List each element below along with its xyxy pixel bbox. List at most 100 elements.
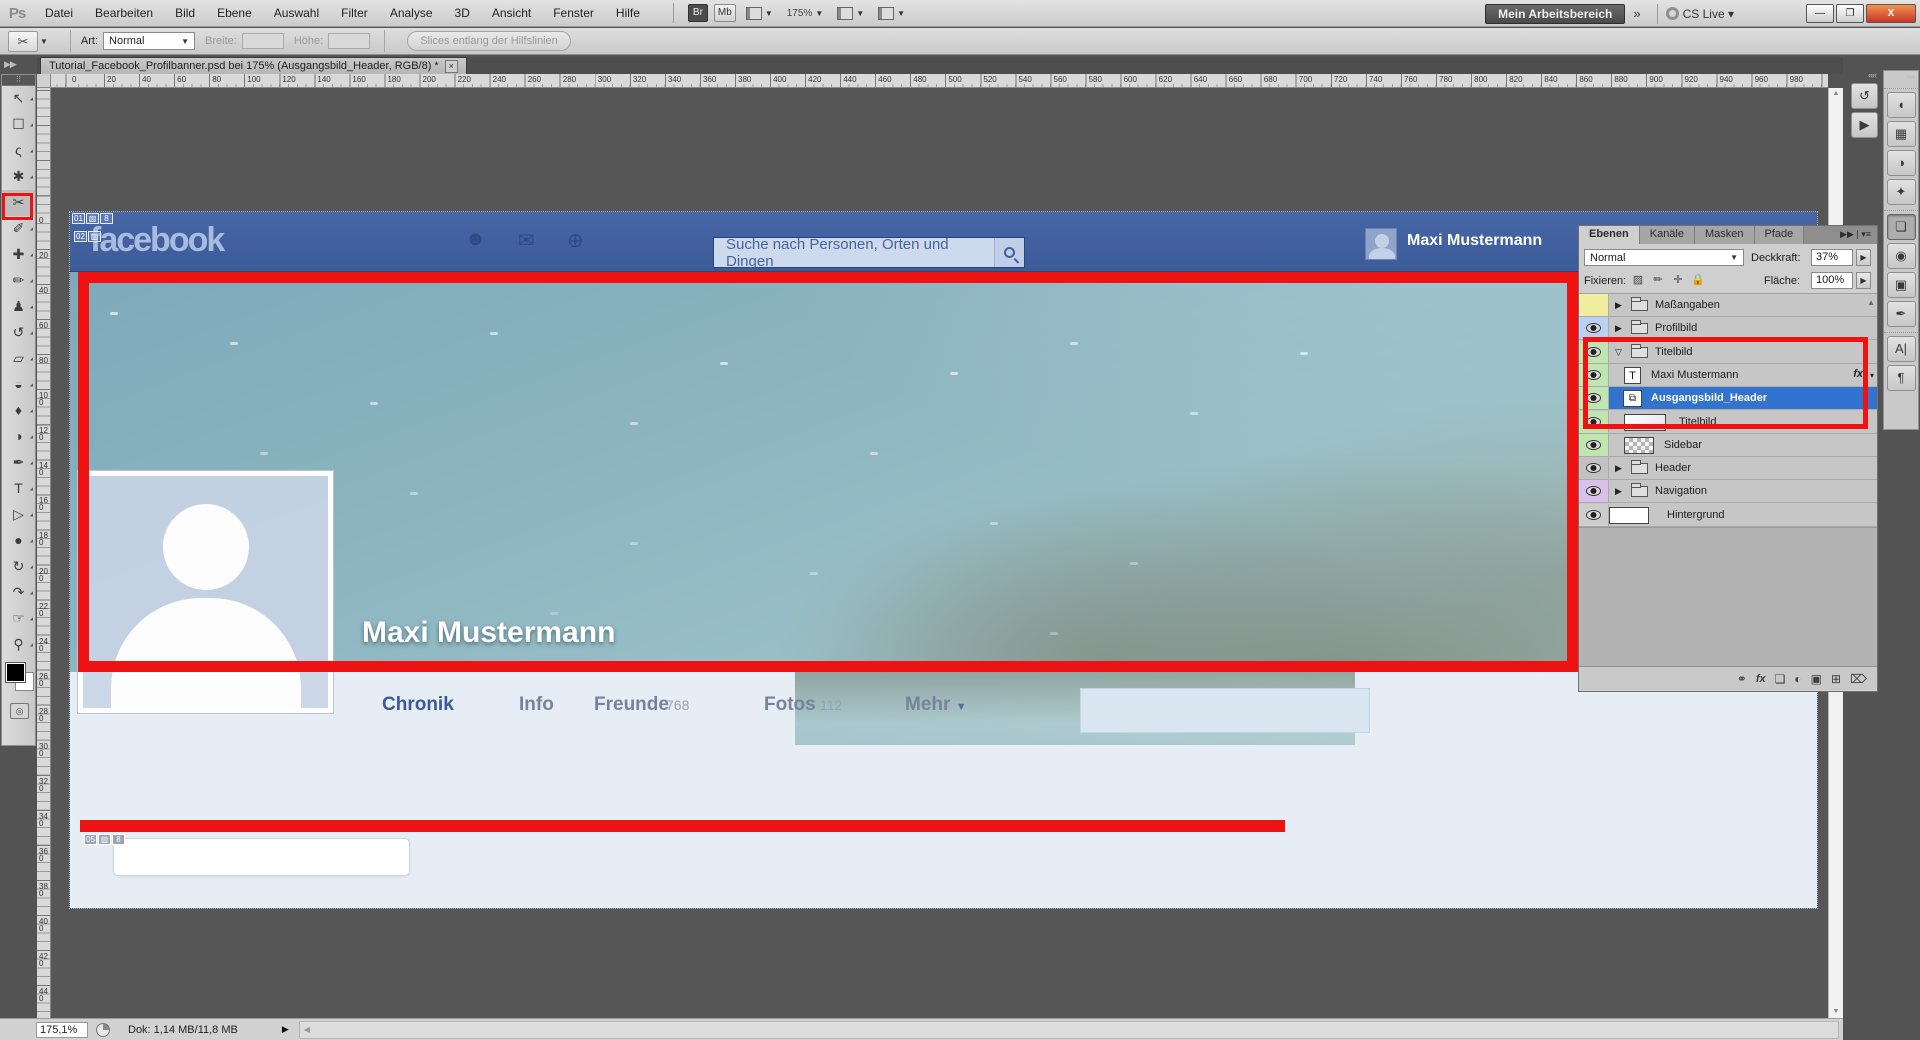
workspace-more-chevron[interactable]: » (1633, 6, 1638, 21)
horizontal-ruler[interactable]: 0204060801001201401601802002202402602803… (37, 74, 1828, 88)
document-tab[interactable]: Tutorial_Facebook_Profilbanner.psd bei 1… (40, 57, 467, 74)
dodge-tool[interactable]: ◑ (2, 424, 35, 450)
visibility-cell[interactable] (1579, 294, 1609, 316)
restore-button[interactable]: ❐ (1836, 4, 1864, 23)
rectangular-marquee-tool[interactable]: ☐ (2, 112, 35, 138)
blur-tool[interactable]: ♦ (2, 398, 35, 424)
menu-ebene[interactable]: Ebene (206, 0, 263, 27)
brush-tool[interactable]: ✏ (2, 268, 35, 294)
mini-bridge-button[interactable]: Mb (714, 4, 736, 22)
eye-icon[interactable] (1586, 486, 1601, 496)
toolbox-header[interactable] (2, 75, 35, 86)
eye-icon[interactable] (1586, 440, 1601, 450)
adjustment-layer-icon[interactable]: ◐ (1794, 672, 1801, 686)
workspace-button[interactable]: Mein Arbeitsbereich (1485, 4, 1625, 24)
lasso-tool[interactable]: ς (2, 138, 35, 164)
profile-nav-fotos[interactable]: Fotos (764, 694, 816, 716)
menu-filter[interactable]: Filter (330, 0, 379, 27)
new-layer-icon[interactable]: ⊞ (1831, 672, 1841, 686)
link-layers-icon[interactable]: ⚭ (1737, 672, 1747, 686)
ruler-corner[interactable] (37, 74, 51, 88)
new-group-icon[interactable]: ▣ (1811, 672, 1822, 686)
channels-panel-icon[interactable]: ◉ (1887, 243, 1916, 269)
masks-panel-icon[interactable]: ▣ (1887, 272, 1916, 298)
expand-arrow-icon[interactable]: ▶ (1615, 463, 1622, 474)
bridge-button[interactable]: Br (688, 4, 708, 22)
layers-tab-masken[interactable]: Masken (1695, 226, 1755, 244)
menu-datei[interactable]: Datei (34, 0, 84, 27)
visibility-cell[interactable] (1579, 480, 1609, 502)
color-panel-icon[interactable]: ◖ (1887, 92, 1916, 118)
lock-position-icon[interactable]: ✛ (1671, 273, 1685, 286)
eye-icon[interactable] (1586, 463, 1601, 473)
layer-row-header[interactable]: ▶Header (1579, 457, 1877, 480)
visibility-cell[interactable] (1579, 457, 1609, 479)
add-mask-icon[interactable]: ❏ (1775, 672, 1786, 686)
arrange-documents-dropdown[interactable]: ▼ (833, 7, 868, 20)
tool-preset-caret[interactable]: ▼ (40, 37, 48, 46)
actions-panel-icon[interactable]: ▶ (1851, 112, 1878, 138)
minimize-button[interactable]: — (1806, 4, 1834, 23)
status-flyout-arrow[interactable]: ▶ (282, 1024, 289, 1035)
pen-tool[interactable]: ✒ (2, 450, 35, 476)
layers-tab-pfade[interactable]: Pfade (1755, 226, 1805, 244)
layers-tab-ebenen[interactable]: Ebenen (1579, 226, 1640, 244)
expand-arrow-icon[interactable]: ▶ (1615, 486, 1622, 497)
cs-live-menu[interactable]: CS Live ▾ (1666, 7, 1734, 21)
profile-nav-mehr[interactable]: Mehr ▼ (905, 694, 967, 716)
foreground-color-swatch[interactable] (6, 663, 25, 682)
layer-style-icon[interactable]: fx (1756, 673, 1766, 685)
lock-all-icon[interactable]: 🔒 (1691, 273, 1705, 286)
paragraph-panel-icon[interactable]: ¶ (1887, 365, 1916, 391)
dock-collapse-chevron[interactable]: «« (1884, 71, 1918, 81)
quick-selection-tool[interactable]: ✱ (2, 164, 35, 190)
slice-type-select[interactable]: Normal▼ (103, 32, 195, 50)
dock-grip[interactable] (1884, 81, 1918, 89)
path-selection-tool[interactable]: ▷ (2, 502, 35, 528)
ellipse-shape-tool[interactable]: ● (2, 528, 35, 554)
history-brush-tool[interactable]: ↺ (2, 320, 35, 346)
styles-panel-icon[interactable]: ✦ (1887, 179, 1916, 205)
3d-rotate-tool[interactable]: ↻ (2, 554, 35, 580)
swatches-panel-icon[interactable]: ▦ (1887, 121, 1916, 147)
close-button[interactable]: X (1866, 4, 1916, 23)
zoom-tool[interactable]: ⚲ (2, 632, 35, 658)
quick-mask-button[interactable]: ◎ (10, 703, 29, 719)
delete-layer-icon[interactable]: ⌦ (1850, 672, 1867, 686)
menu-ansicht[interactable]: Ansicht (481, 0, 542, 27)
opacity-slider-button[interactable]: ▶ (1856, 249, 1871, 266)
slices-from-guides-button[interactable]: Slices entlang der Hilfslinien (407, 31, 571, 51)
menu-fenster[interactable]: Fenster (542, 0, 605, 27)
fill-slider-button[interactable]: ▶ (1856, 272, 1871, 289)
expand-arrow-icon[interactable]: ▶ (1615, 323, 1622, 334)
layers-tab-kanäle[interactable]: Kanäle (1640, 226, 1695, 244)
tab-close-icon[interactable]: × (445, 60, 458, 73)
history-panel-icon[interactable]: ↺ (1851, 83, 1878, 109)
zoom-level-dropdown[interactable]: 175%▼ (783, 8, 828, 19)
hand-tool[interactable]: ☞ (2, 606, 35, 632)
clone-stamp-tool[interactable]: ♟ (2, 294, 35, 320)
3d-orbit-tool[interactable]: ↷ (2, 580, 35, 606)
menu-analyse[interactable]: Analyse (379, 0, 444, 27)
visibility-cell[interactable] (1579, 504, 1609, 526)
status-zoom-field[interactable]: 175,1% (36, 1022, 88, 1038)
menu-bearbeiten[interactable]: Bearbeiten (84, 0, 164, 27)
vertical-ruler[interactable]: 0204060801001201401601802002202402602803… (37, 88, 51, 1018)
toolbox-collapse-chevron[interactable]: ▶▶ (4, 59, 16, 70)
menu-bild[interactable]: Bild (164, 0, 206, 27)
menu-3d[interactable]: 3D (444, 0, 481, 27)
lock-paint-icon[interactable]: ✏ (1651, 273, 1665, 286)
expand-arrow-icon[interactable]: ▶ (1615, 300, 1622, 311)
adjustments-panel-icon[interactable]: ◑ (1887, 150, 1916, 176)
profile-nav-chronik[interactable]: Chronik (382, 694, 454, 716)
dock-collapse-chevron[interactable]: «« (1849, 70, 1880, 80)
move-tool[interactable]: ↖ (2, 86, 35, 112)
layer-row-ma-angaben[interactable]: ▶Maßangaben (1579, 294, 1877, 317)
horizontal-scrollbar[interactable]: ◀ (299, 1021, 1839, 1039)
character-panel-icon[interactable]: A| (1887, 336, 1916, 362)
profile-nav-info[interactable]: Info (519, 694, 554, 716)
current-tool-icon[interactable]: ✂ (8, 31, 38, 52)
fill-field[interactable]: 100% (1811, 272, 1853, 289)
screen-mode-dropdown[interactable]: ▼ (874, 7, 909, 20)
type-tool[interactable]: T (2, 476, 35, 502)
